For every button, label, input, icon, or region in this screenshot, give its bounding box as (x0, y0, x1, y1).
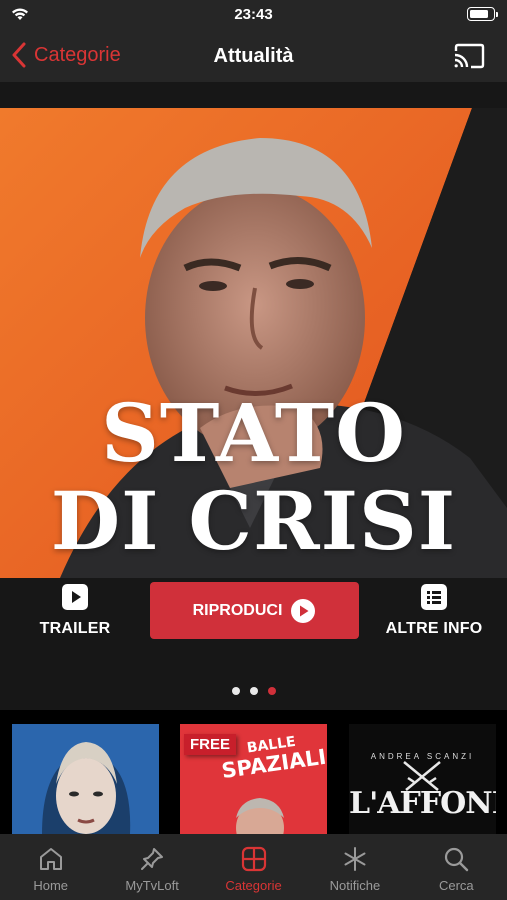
trailer-button[interactable]: TRAILER (30, 584, 120, 638)
tab-mytvloft[interactable]: MyTvLoft (101, 834, 202, 900)
tab-label: MyTvLoft (125, 878, 179, 893)
page-dot[interactable] (267, 687, 276, 695)
free-badge: FREE (184, 734, 237, 755)
content-row: BALLE SPAZIALI FREE ANDREA SCANZI L'AFFO… (0, 710, 507, 834)
play-circle-icon (291, 598, 316, 623)
chevron-left-icon (12, 42, 26, 68)
more-info-button[interactable]: ALTRE INFO (378, 584, 490, 638)
status-time: 23:43 (234, 6, 273, 23)
home-icon (39, 848, 62, 870)
navigation-bar: Categorie Attualità (0, 30, 507, 82)
hero-title-line-1: STATO (101, 386, 406, 480)
trailer-label: TRAILER (39, 620, 111, 637)
tab-categorie[interactable]: Categorie (203, 834, 304, 900)
play-square-icon (62, 584, 88, 610)
content-card[interactable]: BALLE SPAZIALI FREE (180, 724, 327, 834)
back-button-label: Categorie (34, 43, 121, 66)
asterisk-icon (344, 847, 366, 871)
tab-home[interactable]: Home (0, 834, 101, 900)
content-card[interactable]: ANDREA SCANZI L'AFFONDO (349, 724, 496, 834)
tab-bar: Home MyTvLoft Categorie Notifiche Cerca (0, 834, 507, 900)
tab-notifiche[interactable]: Notifiche (304, 834, 405, 900)
tab-label: Cerca (438, 878, 474, 893)
cast-icon[interactable] (453, 43, 485, 69)
tab-cerca[interactable]: Cerca (406, 834, 507, 900)
tab-label: Notifiche (329, 878, 381, 893)
card-title: L'AFFONDO (349, 786, 496, 821)
tab-label: Categorie (225, 878, 282, 893)
content-card[interactable] (12, 724, 159, 834)
page-dot[interactable] (231, 687, 240, 695)
hero-title-line-2: DI CRISI (50, 474, 457, 568)
hero-banner[interactable]: STATO DI CRISI TRAILER RIPRODUCI ALTRE I… (0, 82, 507, 710)
page-indicator[interactable] (0, 687, 507, 695)
pin-icon (141, 848, 164, 870)
grid-icon (241, 846, 266, 872)
list-icon (421, 584, 447, 610)
status-bar: 23:43 (0, 0, 507, 30)
tab-label: Home (33, 878, 69, 893)
battery-icon (467, 7, 498, 21)
play-button-label: RIPRODUCI (192, 601, 283, 619)
page-dot[interactable] (249, 687, 258, 695)
card-artwork (12, 724, 159, 834)
search-icon (445, 847, 469, 872)
back-button[interactable]: Categorie (12, 42, 121, 68)
more-info-label: ALTRE INFO (385, 620, 483, 637)
play-button[interactable]: RIPRODUCI (150, 582, 359, 639)
battery-level (470, 10, 488, 18)
